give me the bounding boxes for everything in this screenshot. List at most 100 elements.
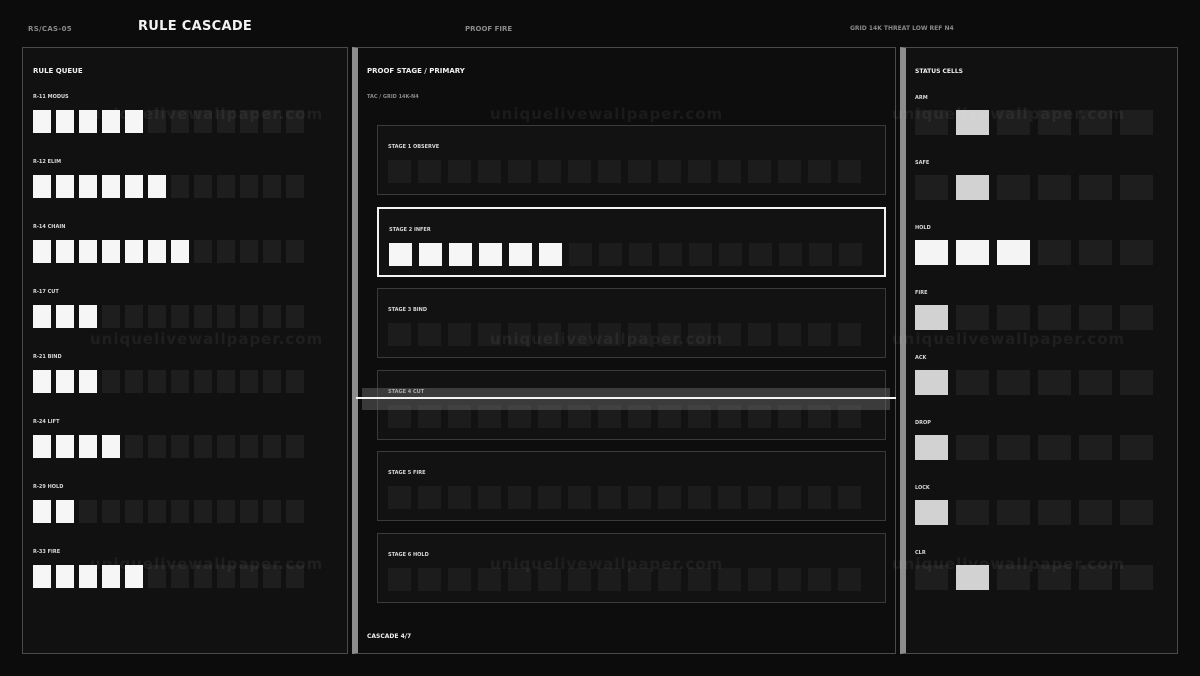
rule-cell (171, 240, 189, 263)
stage-cell (418, 486, 441, 509)
scan-line (356, 397, 896, 399)
stage-cell (418, 160, 441, 183)
rule-cell (33, 435, 51, 458)
rule-cell (171, 175, 189, 198)
rule-cell (194, 435, 212, 458)
status-cell (1038, 370, 1071, 395)
cascade-counter: CASCADE 4/7 (367, 633, 412, 640)
stage-cell (598, 160, 621, 183)
stage-cell (839, 242, 862, 266)
status-cell (997, 435, 1030, 460)
proof-stage-subtitle: TAC / GRID 14K-N4 (367, 94, 419, 100)
rule-cell-row[interactable] (33, 175, 304, 198)
rule-cell (286, 370, 304, 393)
stage-cell (478, 160, 501, 183)
status-cell (997, 500, 1030, 525)
rule-cell (125, 435, 143, 458)
stage-cell (778, 486, 801, 509)
stage-cell (508, 486, 531, 509)
stage-cell (509, 242, 532, 266)
rule-cell (79, 435, 97, 458)
rule-cell (263, 175, 281, 198)
status-cell-row[interactable] (915, 175, 1153, 200)
status-cell-row[interactable] (915, 435, 1153, 460)
status-cell (1038, 500, 1071, 525)
rule-cell (56, 240, 74, 263)
status-cell (1120, 240, 1153, 265)
rule-cell (217, 175, 235, 198)
rule-cell (56, 175, 74, 198)
rule-cell-row[interactable] (33, 370, 304, 393)
status-cell-row[interactable] (915, 370, 1153, 395)
rule-cell (263, 435, 281, 458)
status-cell-row[interactable] (915, 240, 1153, 265)
rule-cell (263, 370, 281, 393)
watermark: uniquelivewallpaper.com (490, 555, 724, 573)
rule-cell (263, 240, 281, 263)
stage-cell (388, 160, 411, 183)
stage-card[interactable]: STAGE 1 OBSERVE (377, 125, 886, 195)
rule-cell-row[interactable] (33, 305, 304, 328)
stage-cell (808, 567, 831, 591)
status-cell (915, 175, 948, 200)
rule-cell (56, 435, 74, 458)
rule-cell (56, 110, 74, 133)
stage-cell (808, 160, 831, 183)
status-cell (915, 500, 948, 525)
rule-cell (33, 370, 51, 393)
rule-cell (56, 500, 74, 523)
rule-cell (286, 240, 304, 263)
status-cell (1038, 435, 1071, 460)
rule-cell (56, 305, 74, 328)
rule-cell (240, 370, 258, 393)
status-cell (1120, 175, 1153, 200)
rule-cell (240, 500, 258, 523)
stage-label: STAGE 2 INFER (389, 226, 431, 233)
rule-queue-title: RULE QUEUE (33, 67, 83, 75)
stage-cell (448, 486, 471, 509)
stage-cell (628, 160, 651, 183)
watermark: uniquelivewallpaper.com (90, 330, 324, 348)
rule-cell (102, 435, 120, 458)
rule-label: R-24 LIFT (33, 419, 60, 425)
page-title: RULE CASCADE (138, 19, 253, 34)
stage-cell (779, 242, 802, 266)
rule-cell-row[interactable] (33, 435, 304, 458)
status-cell (956, 500, 989, 525)
stage-card[interactable]: STAGE 5 FIRE (377, 451, 886, 521)
status-cells-title: STATUS CELLS (915, 68, 963, 75)
rule-cell (79, 305, 97, 328)
stage-cell (628, 486, 651, 509)
status-cell (1079, 500, 1112, 525)
rule-cell (102, 305, 120, 328)
rule-cell (286, 435, 304, 458)
rule-cell-row[interactable] (33, 500, 304, 523)
rule-cell (33, 500, 51, 523)
rule-cell (79, 175, 97, 198)
stage-cell (388, 323, 411, 346)
status-cell (997, 370, 1030, 395)
rule-cell (194, 305, 212, 328)
status-cell (997, 175, 1030, 200)
stage-cell (718, 160, 741, 183)
rule-cell (148, 240, 166, 263)
rule-label: R-21 BIND (33, 354, 62, 360)
rule-cell (33, 565, 51, 588)
stage-cell (688, 486, 711, 509)
status-cell-row[interactable] (915, 305, 1153, 330)
status-cell-row[interactable] (915, 500, 1153, 525)
rule-label: R-14 CHAIN (33, 224, 66, 230)
stage-card[interactable]: STAGE 2 INFER (377, 206, 886, 277)
rule-cell (217, 305, 235, 328)
status-cell (915, 370, 948, 395)
rule-cell (286, 305, 304, 328)
rule-cell (33, 110, 51, 133)
watermark: uniquelivewallpaper.com (490, 330, 724, 348)
stage-cell (809, 242, 832, 266)
stage-label: STAGE 6 HOLD (388, 551, 429, 558)
rule-label: R-11 MODUS (33, 94, 69, 100)
status-label: ARM (915, 95, 928, 101)
stage-cell (778, 567, 801, 591)
rule-cell-row[interactable] (33, 240, 304, 263)
stage-cell (688, 160, 711, 183)
